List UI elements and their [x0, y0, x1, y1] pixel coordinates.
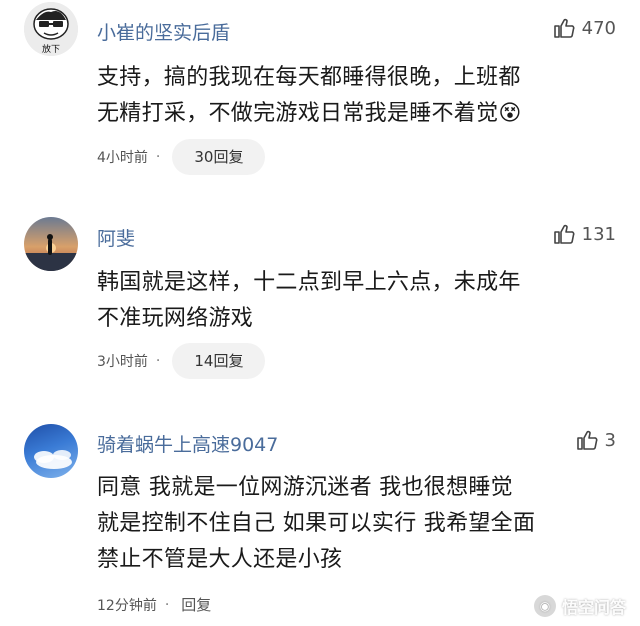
like-count: 470 — [581, 17, 616, 39]
separator-dot: · — [155, 353, 161, 369]
watermark-text: 悟空问答 — [561, 598, 626, 617]
reply-button[interactable]: 14回复 — [172, 343, 266, 379]
comment-line: 无精打采，不做完游戏日常我是睡不着觉😵 — [97, 101, 522, 126]
separator-dot: · — [155, 149, 161, 165]
timestamp: 3小时前 — [97, 354, 148, 370]
username[interactable]: 小崔的坚实后盾 — [97, 18, 230, 45]
comment-item: 阿斐 131 韩国就是这样，十二点到早上六点，未成年 不准玩网络游戏 3小时前 … — [0, 200, 640, 408]
like-button[interactable]: 3 — [575, 428, 616, 452]
avatar-sky-image — [34, 450, 72, 469]
separator-dot: · — [164, 596, 170, 613]
comment-line: 支持，搞的我现在每天都睡得很晚，上班都 — [97, 65, 521, 90]
thumbs-up-icon — [553, 224, 575, 244]
avatar[interactable] — [24, 424, 78, 478]
reply-button[interactable]: 30回复 — [172, 139, 266, 175]
wukong-logo: ◉ — [533, 595, 556, 617]
comment-line: 韩国就是这样，十二点到早上六点，未成年 — [97, 270, 521, 295]
comment-text: 支持，搞的我现在每天都睡得很晚，上班都 无精打采，不做完游戏日常我是睡不着觉😵 — [97, 60, 617, 132]
avatar-meme-image: 放下 — [24, 2, 78, 56]
comment-line: 同意 我就是一位网游沉迷者 我也很想睡觉 — [97, 475, 513, 500]
avatar[interactable]: 放下 — [24, 2, 78, 56]
thumbs-up-icon — [576, 430, 598, 450]
comment-line: 不准玩网络游戏 — [97, 306, 254, 331]
comment-meta: 12分钟前 · 回复 — [97, 594, 211, 615]
username[interactable]: 骑着蜗牛上高速9047 — [97, 430, 278, 457]
comment-text: 同意 我就是一位网游沉迷者 我也很想睡觉 就是控制不住自己 如果可以实行 我希望… — [97, 470, 617, 578]
comment-line: 就是控制不住自己 如果可以实行 我希望全面 — [97, 511, 536, 536]
username[interactable]: 阿斐 — [97, 224, 135, 251]
comment-meta: 3小时前 · 14回复 — [97, 343, 266, 379]
reply-button[interactable]: 回复 — [181, 594, 211, 615]
svg-text:放下: 放下 — [42, 43, 60, 55]
timestamp: 12分钟前 — [97, 597, 157, 614]
avatar[interactable] — [24, 217, 78, 271]
comment-meta: 4小时前 · 30回复 — [97, 139, 266, 175]
like-button[interactable]: 131 — [552, 222, 616, 246]
watermark: ◉ 悟空问答 — [533, 594, 626, 618]
like-button[interactable]: 470 — [552, 16, 616, 40]
avatar-sunset-image — [24, 234, 78, 271]
comment-item: 放下 小崔的坚实后盾 470 支持，搞的我现在每天都睡得很晚，上班都 无精打采，… — [0, 0, 640, 200]
timestamp: 4小时前 — [97, 150, 148, 166]
comment-text: 韩国就是这样，十二点到早上六点，未成年 不准玩网络游戏 — [97, 265, 617, 337]
like-count: 131 — [581, 223, 616, 245]
like-count: 3 — [604, 429, 616, 451]
thumbs-up-icon — [553, 18, 575, 38]
comment-line: 禁止不管是大人还是小孩 — [97, 547, 343, 572]
